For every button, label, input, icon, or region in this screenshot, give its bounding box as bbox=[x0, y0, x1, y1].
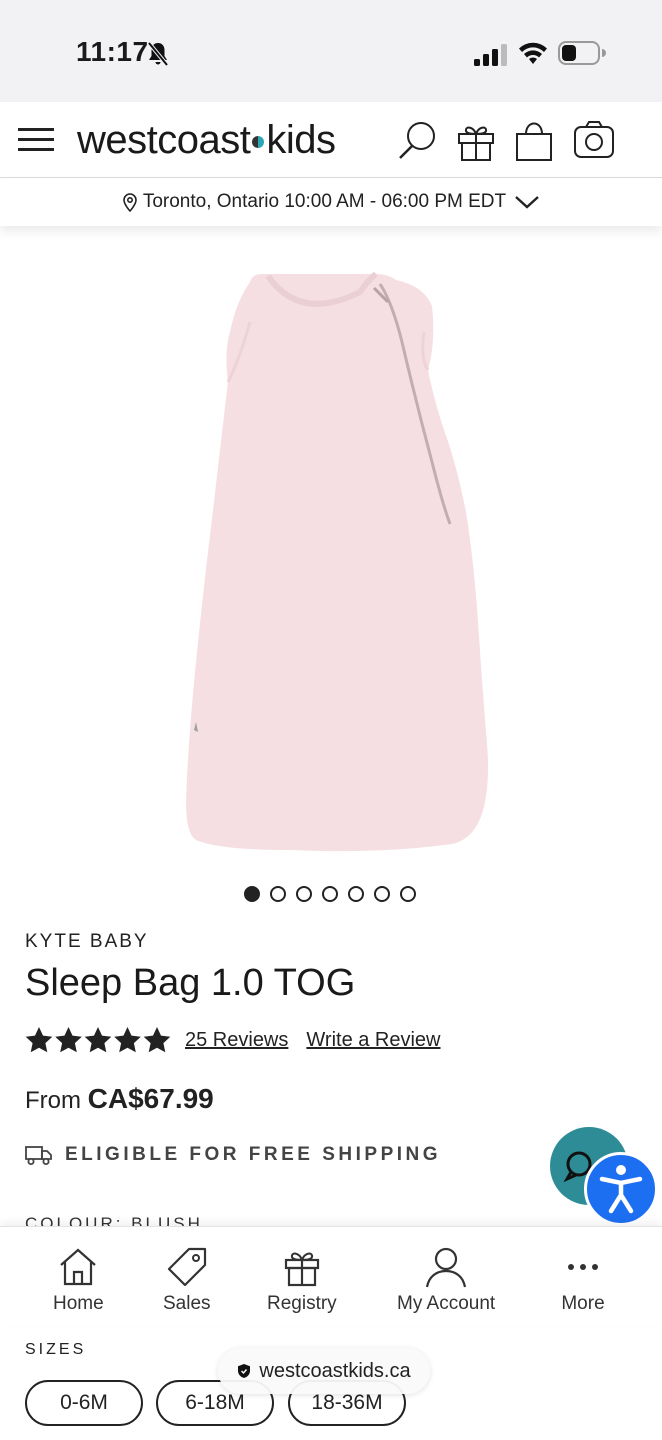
chevron-down-icon[interactable] bbox=[514, 194, 540, 210]
nav-registry[interactable]: Registry bbox=[267, 1245, 337, 1315]
nav-more[interactable]: More bbox=[561, 1245, 605, 1315]
nav-my-account[interactable]: My Account bbox=[397, 1245, 495, 1315]
store-hours-text: Toronto, Ontario 10:00 AM - 06:00 PM EDT bbox=[142, 191, 507, 212]
gift-icon bbox=[284, 1252, 319, 1287]
sizes-label: SIZES bbox=[25, 1341, 87, 1358]
star-rating-icon bbox=[25, 1027, 171, 1053]
location-pin-icon bbox=[123, 193, 137, 212]
accessibility-icon bbox=[599, 1165, 643, 1214]
store-location-bar[interactable]: Toronto, Ontario 10:00 AM - 06:00 PM EDT bbox=[0, 178, 662, 226]
bottom-navigation: Home Sales Registry My Account More bbox=[0, 1226, 662, 1326]
camera-icon[interactable] bbox=[572, 118, 616, 162]
browser-url-bar[interactable]: westcoastkids.ca bbox=[218, 1348, 430, 1394]
user-icon bbox=[426, 1247, 467, 1288]
size-option[interactable]: 0-6M bbox=[25, 1380, 143, 1426]
reviews-link[interactable]: 25 Reviews bbox=[185, 1029, 288, 1052]
battery-icon bbox=[558, 41, 606, 65]
browser-url-text: westcoastkids.ca bbox=[259, 1359, 411, 1382]
tag-icon bbox=[167, 1247, 206, 1287]
status-time: 11:17 bbox=[76, 36, 149, 67]
search-icon[interactable] bbox=[396, 118, 440, 162]
nav-home[interactable]: Home bbox=[53, 1245, 104, 1315]
truck-icon bbox=[25, 1146, 52, 1165]
site-logo[interactable]: westcoast kids bbox=[77, 116, 336, 164]
write-review-link[interactable]: Write a Review bbox=[306, 1029, 440, 1052]
product-brand[interactable]: KYTE BABY bbox=[25, 931, 149, 953]
shield-lock-icon bbox=[238, 1364, 251, 1378]
gallery-dot[interactable] bbox=[400, 886, 416, 902]
wifi-icon bbox=[519, 42, 547, 64]
gallery-dot[interactable] bbox=[322, 886, 338, 902]
status-bar: 11:17 bbox=[0, 0, 662, 102]
price-value: CA$67.99 bbox=[87, 1083, 214, 1114]
product-price: From CA$67.99 bbox=[25, 1083, 214, 1115]
site-header: westcoast kids bbox=[0, 102, 662, 178]
home-icon bbox=[60, 1248, 97, 1286]
gallery-dot[interactable] bbox=[348, 886, 364, 902]
cell-signal-icon bbox=[474, 44, 507, 66]
gallery-pagination bbox=[244, 886, 416, 902]
colour-label: COLOUR: BLUSH bbox=[25, 1214, 203, 1226]
hamburger-menu-icon[interactable] bbox=[18, 124, 54, 156]
logo-dot bbox=[252, 136, 265, 148]
product-title: Sleep Bag 1.0 TOG bbox=[25, 962, 356, 1004]
more-dots-icon bbox=[568, 1264, 598, 1270]
gallery-dot[interactable] bbox=[374, 886, 390, 902]
bell-muted-icon bbox=[147, 41, 169, 67]
gallery-dot[interactable] bbox=[270, 886, 286, 902]
nav-sales[interactable]: Sales bbox=[163, 1245, 211, 1315]
gallery-dot[interactable] bbox=[296, 886, 312, 902]
product-rating: 25 Reviews Write a Review bbox=[25, 1026, 441, 1054]
shopping-bag-icon[interactable] bbox=[512, 118, 556, 162]
gallery-dot[interactable] bbox=[244, 886, 260, 902]
free-shipping-notice: ELIGIBLE FOR FREE SHIPPING bbox=[25, 1144, 441, 1166]
accessibility-button[interactable] bbox=[584, 1152, 658, 1226]
product-image-sleep-bag[interactable] bbox=[180, 262, 492, 854]
shipping-text: ELIGIBLE FOR FREE SHIPPING bbox=[65, 1144, 442, 1165]
gift-icon[interactable] bbox=[454, 118, 498, 162]
price-prefix: From bbox=[25, 1087, 81, 1114]
